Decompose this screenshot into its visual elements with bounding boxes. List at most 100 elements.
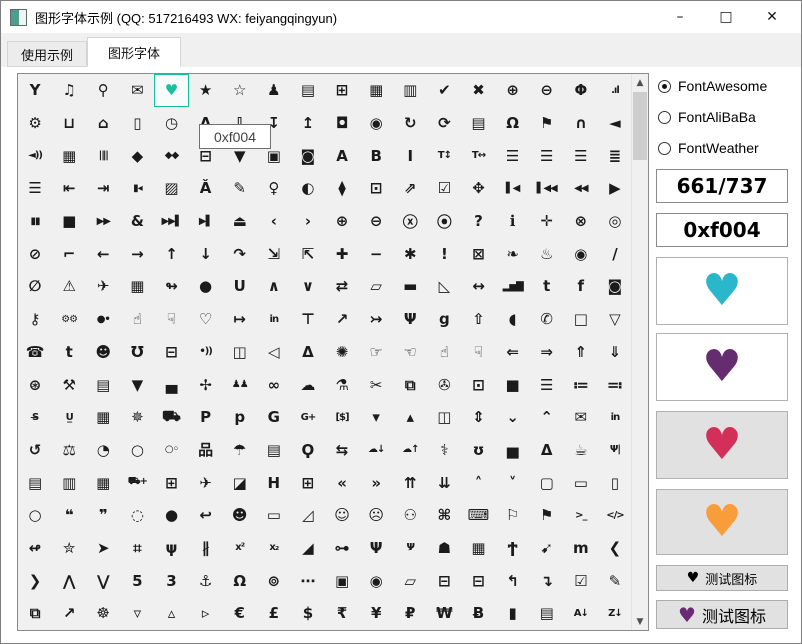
icon-comment-o[interactable]: ○ [120,434,154,467]
icon-google-plus-square[interactable]: G [257,401,291,434]
icon-columns[interactable]: ◫ [427,401,461,434]
icon-arrow-right[interactable]: → [120,237,154,270]
icon-clipboard[interactable]: ▤ [257,434,291,467]
icon-ellipsis-h[interactable]: ⋯ [291,564,325,597]
icon-cog[interactable]: ⚙ [18,107,52,140]
icon-retweet[interactable]: ⇄ [325,270,359,303]
icon-umbrella[interactable]: ☂ [223,434,257,467]
icon-chevron-down[interactable]: ∨ [291,270,325,303]
icon-sign-in[interactable]: ↣ [359,303,393,336]
icon-star-o[interactable]: ☆ [223,74,257,107]
icon-superscript[interactable]: x² [223,532,257,565]
icon-picture-o[interactable]: ▨ [154,172,188,205]
icon-list-ul[interactable]: ≔ [564,368,598,401]
icon-folder-open-o[interactable]: ◿ [291,499,325,532]
close-button[interactable]: ✕ [749,1,795,33]
icon-level-down[interactable]: ↴ [530,564,564,597]
icon-circle[interactable]: ● [154,499,188,532]
icon-asterisk[interactable]: ✱ [393,237,427,270]
icon-clock-o[interactable]: ◷ [154,107,188,140]
icon-inr[interactable]: ₹ [325,597,359,630]
icon-volume-up[interactable]: ◄)) [18,139,52,172]
icon-play[interactable]: ▶ [598,172,632,205]
icon-flag[interactable]: ⚑ [530,107,564,140]
icon-h-square[interactable]: H [257,466,291,499]
minimize-button[interactable]: – [657,1,703,33]
icon-flag-checkered[interactable]: ⚑ [530,499,564,532]
icon-shopping-cart[interactable]: ▱ [359,270,393,303]
icon-home[interactable]: ⌂ [86,107,120,140]
icon-chevron-up[interactable]: ∧ [257,270,291,303]
icon-sort-alpha-asc[interactable]: A↓ [564,597,598,630]
icon-bold[interactable]: B [359,139,393,172]
icon-compress[interactable]: ⇱ [291,237,325,270]
icon-caret-square-o-right[interactable]: ▹ [189,597,223,630]
icon-trophy[interactable]: Ψ [393,303,427,336]
icon-square[interactable]: ■ [496,368,530,401]
icon-code[interactable]: </> [598,499,632,532]
icon-circle-o[interactable]: ○ [18,499,52,532]
icon-reply[interactable]: ↩ [189,499,223,532]
icon-question-circle[interactable]: ? [461,205,495,238]
icon-wrench[interactable]: ⚒ [52,368,86,401]
icon-align-justify[interactable]: ≣ [598,139,632,172]
icon-arrow-circle-right[interactable]: ⇒ [530,336,564,369]
icon-hand-o-up[interactable]: ☝ [427,336,461,369]
icon-cogs[interactable]: ⚙⚙ [52,303,86,336]
vertical-scrollbar[interactable]: ▲ ▼ [631,74,648,630]
icon-cutlery[interactable]: Ψ| [598,434,632,467]
icon-undo[interactable]: ↺ [18,434,52,467]
icon-css3[interactable]: 3 [154,564,188,597]
icon-sort[interactable]: ⇕ [461,401,495,434]
icon-forward[interactable]: ▶▶ [86,205,120,238]
icon-check[interactable]: ✔ [427,74,461,107]
icon-glyph-fallback[interactable]: Ǎ [189,172,223,205]
icon-folder-o[interactable]: ▭ [257,499,291,532]
icon-calendar-o[interactable]: ▦ [461,532,495,565]
icon-bell[interactable]: Δ [530,434,564,467]
icon-user[interactable]: ♟ [257,74,291,107]
icon-files-o[interactable]: ⧉ [393,368,427,401]
icon-truck[interactable]: ⛟ [154,401,188,434]
icon-volume-off[interactable]: ◄ [598,107,632,140]
icon-power-off[interactable]: Φ [564,74,598,107]
icon-star-half-o[interactable]: ✮ [52,532,86,565]
icon-krw[interactable]: ₩ [427,597,461,630]
icon-google-plus[interactable]: G+ [291,401,325,434]
icon-play-circle-o[interactable]: ◉ [359,107,393,140]
icon-arrow-circle-left[interactable]: ⇐ [496,336,530,369]
icon-search[interactable]: ⚲ [86,74,120,107]
icon-fire[interactable]: ♨ [530,237,564,270]
icon-cloud-upload[interactable]: ☁↑ [393,434,427,467]
icon-plus-circle[interactable]: ⊕ [325,205,359,238]
icon-heart[interactable]: ♥ [154,74,188,107]
icon-compass[interactable]: ☸ [86,597,120,630]
icon-sort-asc[interactable]: ⌃ [530,401,564,434]
icon-folder[interactable]: ▬ [393,270,427,303]
icon-bookmark-o[interactable]: ▽ [598,303,632,336]
icon-search-plus[interactable]: ⊕ [496,74,530,107]
icon-arrow-circle-o-up[interactable]: ↥ [291,107,325,140]
icon-arrow-circle-down[interactable]: ⇓ [598,336,632,369]
icon-trash-o[interactable]: ⊔ [52,107,86,140]
icon-angle-double-left[interactable]: « [325,466,359,499]
icon-angle-double-right[interactable]: » [359,466,393,499]
icon-eject[interactable]: ⏏ [223,205,257,238]
icon-inbox[interactable]: ◘ [325,107,359,140]
icon-anchor[interactable]: ⚓ [189,564,223,597]
icon-lock[interactable]: Ω [496,107,530,140]
icon-pencil[interactable]: ✎ [223,172,257,205]
icon-list[interactable]: ☰ [18,172,52,205]
icon-refresh[interactable]: ⟳ [427,107,461,140]
icon-map-marker[interactable]: ♀ [257,172,291,205]
icon-gbp[interactable]: £ [257,597,291,630]
icon-hospital-o[interactable]: ▦ [86,466,120,499]
icon-rocket[interactable]: ➹ [530,532,564,565]
icon-microphone[interactable]: Ψ [359,532,393,565]
icon-file-text[interactable]: ▤ [530,597,564,630]
icon-chevron-circle-left[interactable]: ❮ [598,532,632,565]
scroll-up-arrow-icon[interactable]: ▲ [632,74,648,91]
icon-github-alt[interactable]: ☻ [223,499,257,532]
icon-github[interactable]: ☻ [86,336,120,369]
icon-tablet[interactable]: ▯ [598,466,632,499]
